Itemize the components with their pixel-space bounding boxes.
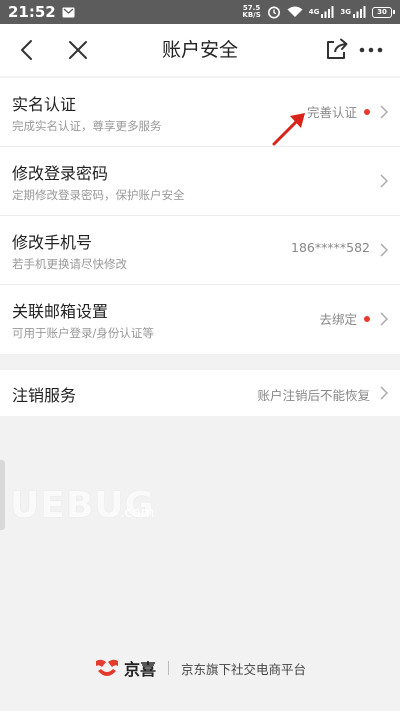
chevron-right-icon — [380, 243, 388, 257]
chevron-right-icon — [380, 174, 388, 188]
close-icon[interactable] — [66, 38, 90, 62]
chevron-right-icon — [380, 312, 388, 326]
row-email-settings[interactable]: 关联邮箱设置 可用于账户登录/身份认证等 去绑定 — [0, 285, 400, 354]
row-title: 修改手机号 — [12, 233, 93, 252]
alarm-icon — [267, 6, 280, 19]
red-dot-badge — [364, 315, 370, 322]
status-bar: 21:52 57.5 KB/S 4G 3G 30 — [0, 0, 400, 24]
footer-divider — [168, 661, 169, 675]
brand-slogan: 京东旗下社交电商平台 — [181, 661, 307, 677]
red-dot-badge — [364, 108, 370, 115]
row-value-text: 去绑定 — [319, 312, 357, 327]
signal-2-label: 3G — [340, 8, 351, 16]
chevron-right-icon — [380, 105, 388, 119]
row-account-cancellation[interactable]: 注销服务 账户注销后不能恢复 — [0, 370, 400, 416]
share-icon[interactable] — [324, 36, 350, 62]
nav-bar: 账户安全 — [0, 24, 400, 76]
status-right: 57.5 KB/S 4G 3G 30 — [242, 5, 395, 19]
signal-1-icon — [321, 6, 334, 18]
annotation-arrow-icon — [272, 113, 305, 146]
row-change-login-password[interactable]: 修改登录密码 定期修改登录密码，保护账户安全 — [0, 147, 400, 216]
back-arrow-icon[interactable] — [16, 38, 40, 62]
row-title: 修改登录密码 — [12, 164, 109, 183]
row-value-text: 账户注销后不能恢复 — [257, 388, 370, 403]
battery-level: 30 — [377, 8, 387, 16]
row-value-text: 完善认证 — [306, 105, 357, 120]
brand-name: 京喜 — [123, 660, 156, 679]
row-subtitle: 完成实名认证，尊享更多服务 — [12, 119, 162, 133]
footer-brand: 京喜 京东旗下社交电商平台 — [0, 655, 400, 681]
status-left: 21:52 — [8, 3, 75, 21]
security-settings-list: 实名认证 完成实名认证，尊享更多服务 完善认证 修改登录密码 定期修改登录密码，… — [0, 78, 400, 354]
chevron-right-icon — [380, 386, 388, 400]
row-value: 186*****582 — [291, 240, 370, 255]
jingxi-logo-icon — [95, 659, 118, 676]
row-change-phone-number[interactable]: 修改手机号 若手机更换请尽快修改 186*****582 — [0, 216, 400, 285]
watermark-suffix: .com — [120, 505, 155, 521]
row-value: 完善认证 — [307, 102, 370, 121]
message-icon — [62, 7, 75, 17]
net-speed-unit: KB/S — [242, 11, 261, 19]
row-title: 实名认证 — [12, 95, 77, 114]
row-real-name-verification[interactable]: 实名认证 完成实名认证，尊享更多服务 完善认证 — [0, 78, 400, 147]
more-icon[interactable] — [358, 38, 384, 62]
row-title: 注销服务 — [12, 386, 77, 405]
row-value: 账户注销后不能恢复 — [257, 385, 370, 404]
battery-icon: 30 — [372, 6, 395, 18]
side-edge-tab[interactable] — [0, 460, 5, 530]
row-value: 去绑定 — [319, 309, 370, 328]
wifi-icon — [287, 6, 303, 17]
cancel-service-section: 注销服务 账户注销后不能恢复 — [0, 370, 400, 416]
row-subtitle: 若手机更换请尽快修改 — [12, 257, 127, 271]
row-title: 关联邮箱设置 — [12, 302, 109, 321]
signal-2-icon — [353, 6, 366, 18]
row-subtitle: 可用于账户登录/身份认证等 — [12, 326, 154, 340]
row-value-text: 186*****582 — [291, 240, 370, 255]
status-time: 21:52 — [8, 3, 56, 21]
row-subtitle: 定期修改登录密码，保护账户安全 — [12, 188, 185, 202]
signal-1-label: 4G — [308, 8, 320, 16]
net-speed: 57.5 KB/S — [242, 5, 260, 19]
